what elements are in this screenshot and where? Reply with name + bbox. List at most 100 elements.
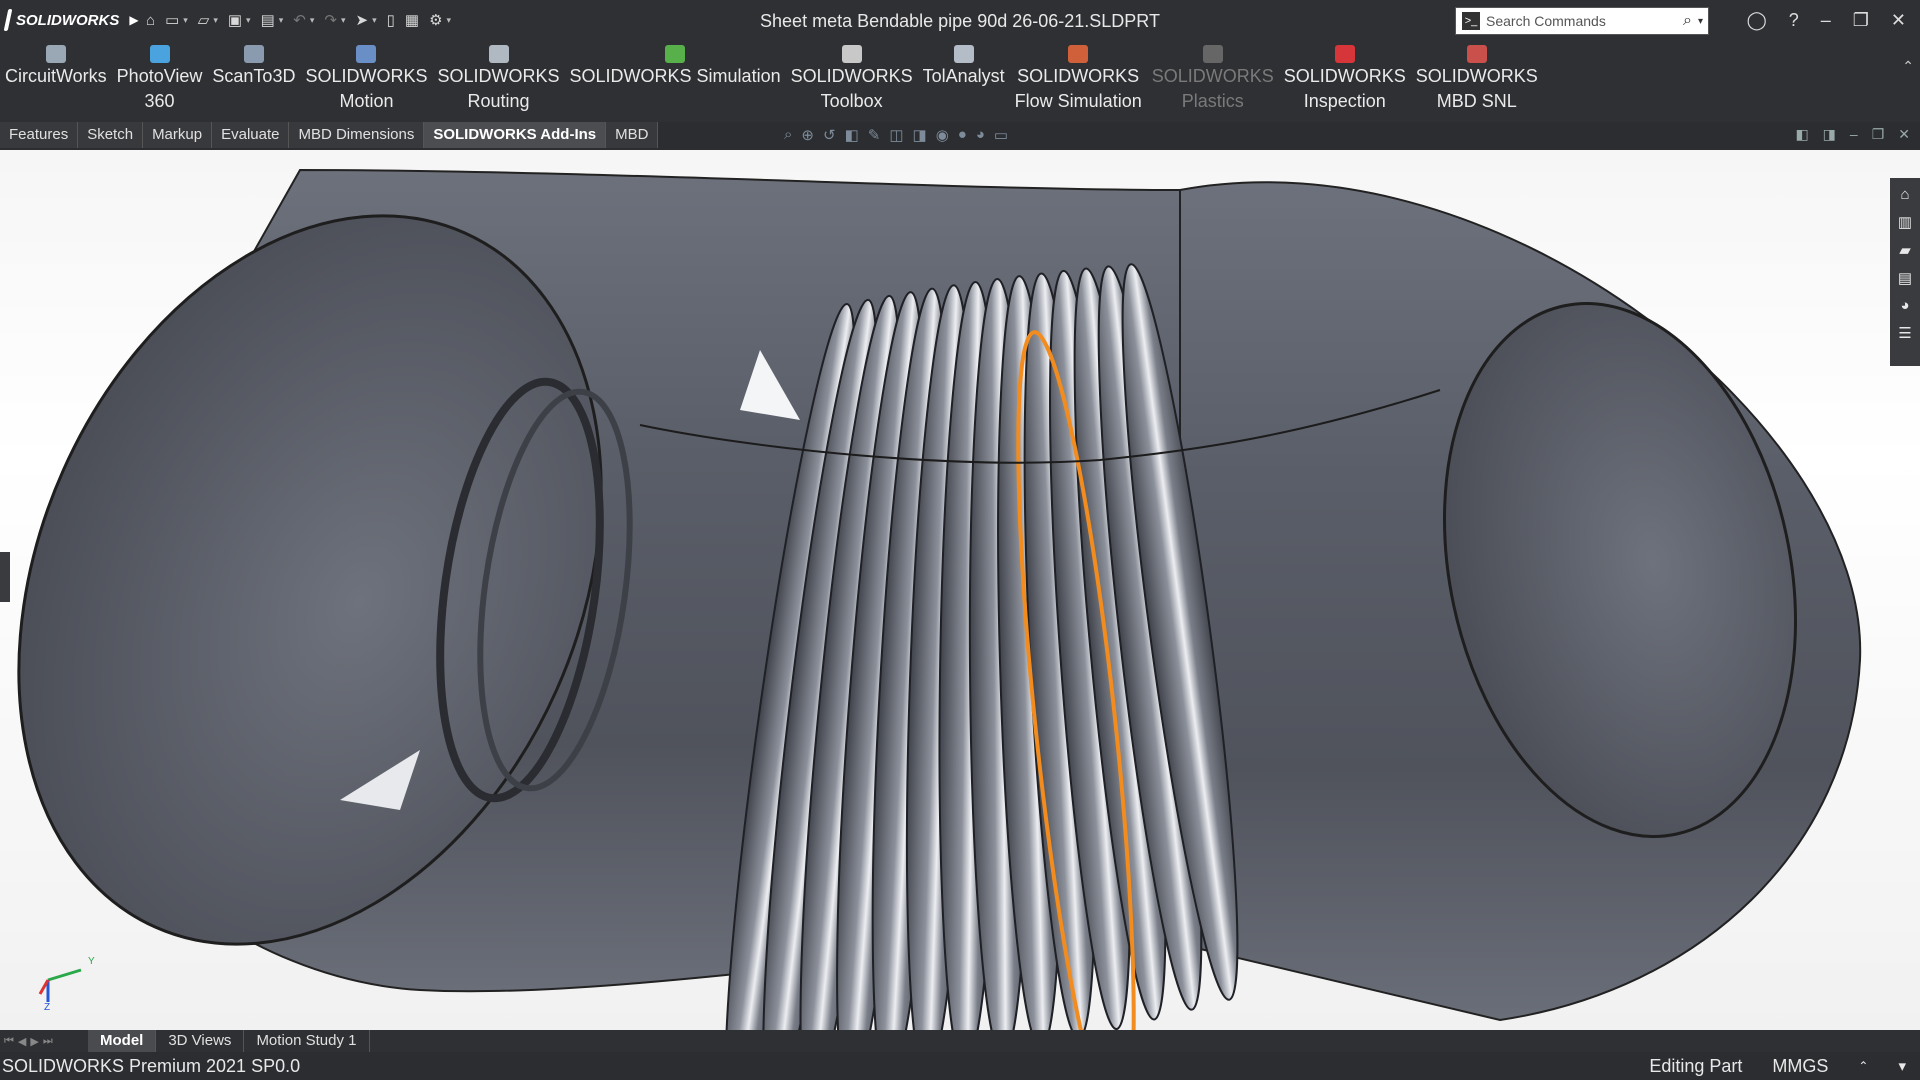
ribbon-item-inspection[interactable]: SOLIDWORKS Inspection bbox=[1279, 40, 1411, 122]
inspection-icon bbox=[1334, 45, 1355, 63]
traffic-light-icon[interactable]: ▯ bbox=[387, 11, 395, 29]
tab-features[interactable]: Features bbox=[0, 122, 79, 148]
split-right-icon[interactable]: ◨ bbox=[1823, 126, 1836, 143]
apply-scene-icon[interactable]: ◕ bbox=[976, 126, 985, 144]
tab-evaluate[interactable]: Evaluate bbox=[212, 122, 290, 148]
dynamic-annotation-icon[interactable]: ✎ bbox=[868, 126, 881, 144]
ribbon-label-line2: Motion bbox=[339, 91, 394, 111]
bottom-tab-motion-study-1[interactable]: Motion Study 1 bbox=[244, 1030, 370, 1052]
print-icon[interactable]: ▤ bbox=[261, 11, 275, 29]
brand-name: SOLIDWORKS bbox=[16, 11, 120, 29]
circuitworks-icon bbox=[45, 45, 66, 63]
options-dropdown-icon[interactable]: ▾ bbox=[447, 15, 452, 26]
print-dropdown-icon[interactable]: ▾ bbox=[279, 15, 284, 26]
ribbon-item-tolanalyst[interactable]: TolAnalyst bbox=[918, 40, 1010, 122]
bendable-pipe-model[interactable] bbox=[0, 150, 1920, 1030]
search-dropdown-icon[interactable]: ▾ bbox=[1698, 16, 1703, 27]
custom-properties-icon[interactable]: ☰ bbox=[1898, 324, 1911, 342]
status-bar: SOLIDWORKS Premium 2021 SP0.0 Editing Pa… bbox=[0, 1052, 1920, 1080]
save-dropdown-icon[interactable]: ▾ bbox=[246, 15, 251, 26]
new-dropdown-icon[interactable]: ▾ bbox=[183, 15, 188, 26]
redo-dropdown-icon[interactable]: ▾ bbox=[341, 15, 346, 26]
new-document-icon[interactable]: ▭ bbox=[165, 11, 179, 29]
first-tab-icon[interactable]: ⏮ bbox=[4, 1035, 14, 1048]
appearances-icon[interactable]: ◕ bbox=[1900, 297, 1909, 314]
view-palette-icon[interactable]: ▤ bbox=[1898, 269, 1912, 287]
ribbon-item-routing[interactable]: SOLIDWORKS Routing bbox=[433, 40, 565, 122]
view-orientation-icon[interactable]: ◫ bbox=[889, 126, 903, 144]
split-left-icon[interactable]: ◧ bbox=[1795, 126, 1808, 143]
ribbon-item-photoview[interactable]: PhotoView 360 bbox=[112, 40, 208, 122]
redo-icon[interactable]: ↷ bbox=[324, 11, 337, 29]
feature-manager-toggle[interactable] bbox=[0, 552, 10, 602]
undo-dropdown-icon[interactable]: ▾ bbox=[310, 15, 315, 26]
solidworks-resources-icon[interactable]: ⌂ bbox=[1900, 186, 1909, 203]
collapse-ribbon-icon[interactable]: ⌃ bbox=[1902, 58, 1914, 75]
graphics-area[interactable] bbox=[0, 150, 1920, 1030]
window-controls: ◯ ? – ❐ ✕ bbox=[1747, 0, 1920, 40]
file-properties-icon[interactable]: ▦ bbox=[405, 11, 419, 29]
ribbon-item-simulation[interactable]: SOLIDWORKS Simulation bbox=[565, 40, 786, 122]
search-icon[interactable]: ⌕ bbox=[1683, 12, 1692, 30]
next-tab-icon[interactable]: ▶ bbox=[30, 1035, 38, 1048]
ribbon-label-line1: PhotoView bbox=[116, 66, 203, 86]
select-dropdown-icon[interactable]: ▾ bbox=[372, 15, 377, 26]
open-icon[interactable]: ▱ bbox=[198, 11, 210, 29]
ribbon-item-plastics[interactable]: SOLIDWORKS Plastics bbox=[1147, 40, 1279, 122]
view-settings-icon[interactable]: ▭ bbox=[994, 126, 1008, 144]
units-up-icon[interactable]: ⌃ bbox=[1858, 1059, 1868, 1073]
section-view-icon[interactable]: ◧ bbox=[845, 126, 859, 144]
search-commands[interactable]: >_ Search Commands ⌕ ▾ bbox=[1455, 7, 1709, 35]
options-gear-icon[interactable]: ⚙ bbox=[429, 11, 442, 29]
undo-icon[interactable]: ↶ bbox=[293, 11, 306, 29]
tab-markup[interactable]: Markup bbox=[143, 122, 213, 148]
ribbon-item-flow-simulation[interactable]: SOLIDWORKS Flow Simulation bbox=[1010, 40, 1147, 122]
design-library-icon[interactable]: ▥ bbox=[1898, 213, 1912, 231]
tab-mbd-dimensions[interactable]: MBD Dimensions bbox=[289, 122, 425, 148]
ribbon-item-mbd-snl[interactable]: SOLIDWORKS MBD SNL bbox=[1411, 40, 1543, 122]
ribbon-item-circuitworks[interactable]: CircuitWorks bbox=[0, 40, 112, 122]
zoom-to-fit-icon[interactable]: ⌕ bbox=[784, 126, 792, 144]
ribbon-label-line1: SOLIDWORKS bbox=[1415, 66, 1538, 86]
unit-system[interactable]: MMGS bbox=[1772, 1056, 1828, 1077]
ribbon-label-line2: Flow Simulation bbox=[1014, 91, 1142, 111]
bottom-tab-model[interactable]: Model bbox=[88, 1030, 157, 1052]
bottom-tab-list: Model 3D Views Motion Study 1 bbox=[88, 1030, 370, 1052]
tab-sketch[interactable]: Sketch bbox=[78, 122, 144, 148]
tab-mbd[interactable]: MBD bbox=[606, 122, 659, 148]
routing-icon bbox=[488, 45, 509, 63]
last-tab-icon[interactable]: ⏭ bbox=[43, 1035, 53, 1048]
menu-expand-icon[interactable]: ▶ bbox=[129, 13, 138, 27]
zoom-to-area-icon[interactable]: ⊕ bbox=[801, 126, 814, 144]
solidworks-logo[interactable]: SOLIDWORKS ▶ bbox=[0, 0, 139, 40]
bottom-tab-3d-views[interactable]: 3D Views bbox=[156, 1030, 245, 1052]
toolbox-icon bbox=[841, 45, 862, 63]
save-icon[interactable]: ▣ bbox=[228, 11, 242, 29]
status-menu-icon[interactable]: ▾ bbox=[1898, 1057, 1906, 1075]
restore-icon[interactable]: ❐ bbox=[1853, 10, 1869, 31]
close-icon[interactable]: ✕ bbox=[1891, 10, 1906, 31]
viewport-close-icon[interactable]: ✕ bbox=[1898, 126, 1910, 143]
tab-solidworks-add-ins[interactable]: SOLIDWORKS Add-Ins bbox=[424, 122, 607, 148]
display-style-icon[interactable]: ◨ bbox=[913, 126, 927, 144]
edit-appearance-icon[interactable]: ● bbox=[958, 126, 967, 144]
open-dropdown-icon[interactable]: ▾ bbox=[213, 15, 218, 26]
ribbon-item-toolbox[interactable]: SOLIDWORKS Toolbox bbox=[786, 40, 918, 122]
prev-tab-icon[interactable]: ◀ bbox=[18, 1035, 26, 1048]
editing-mode: Editing Part bbox=[1649, 1055, 1743, 1076]
simulation-icon bbox=[665, 45, 686, 63]
help-icon[interactable]: ? bbox=[1789, 10, 1799, 31]
select-icon[interactable]: ➤ bbox=[356, 11, 369, 29]
ribbon-item-motion[interactable]: SOLIDWORKS Motion bbox=[300, 40, 432, 122]
viewport-minimize-icon[interactable]: – bbox=[1850, 126, 1858, 143]
ribbon-label-line1: CircuitWorks bbox=[5, 66, 107, 86]
minimize-icon[interactable]: – bbox=[1821, 10, 1831, 31]
viewport-restore-icon[interactable]: ❐ bbox=[1872, 126, 1885, 143]
ribbon-item-scanto3d[interactable]: ScanTo3D bbox=[207, 40, 300, 122]
previous-view-icon[interactable]: ↺ bbox=[823, 126, 836, 144]
user-account-icon[interactable]: ◯ bbox=[1747, 10, 1767, 31]
home-icon[interactable]: ⌂ bbox=[146, 12, 155, 29]
file-explorer-icon[interactable]: ▰ bbox=[1899, 241, 1911, 259]
reference-triad: Y Z bbox=[38, 956, 95, 1010]
hide-show-items-icon[interactable]: ◉ bbox=[936, 126, 949, 144]
